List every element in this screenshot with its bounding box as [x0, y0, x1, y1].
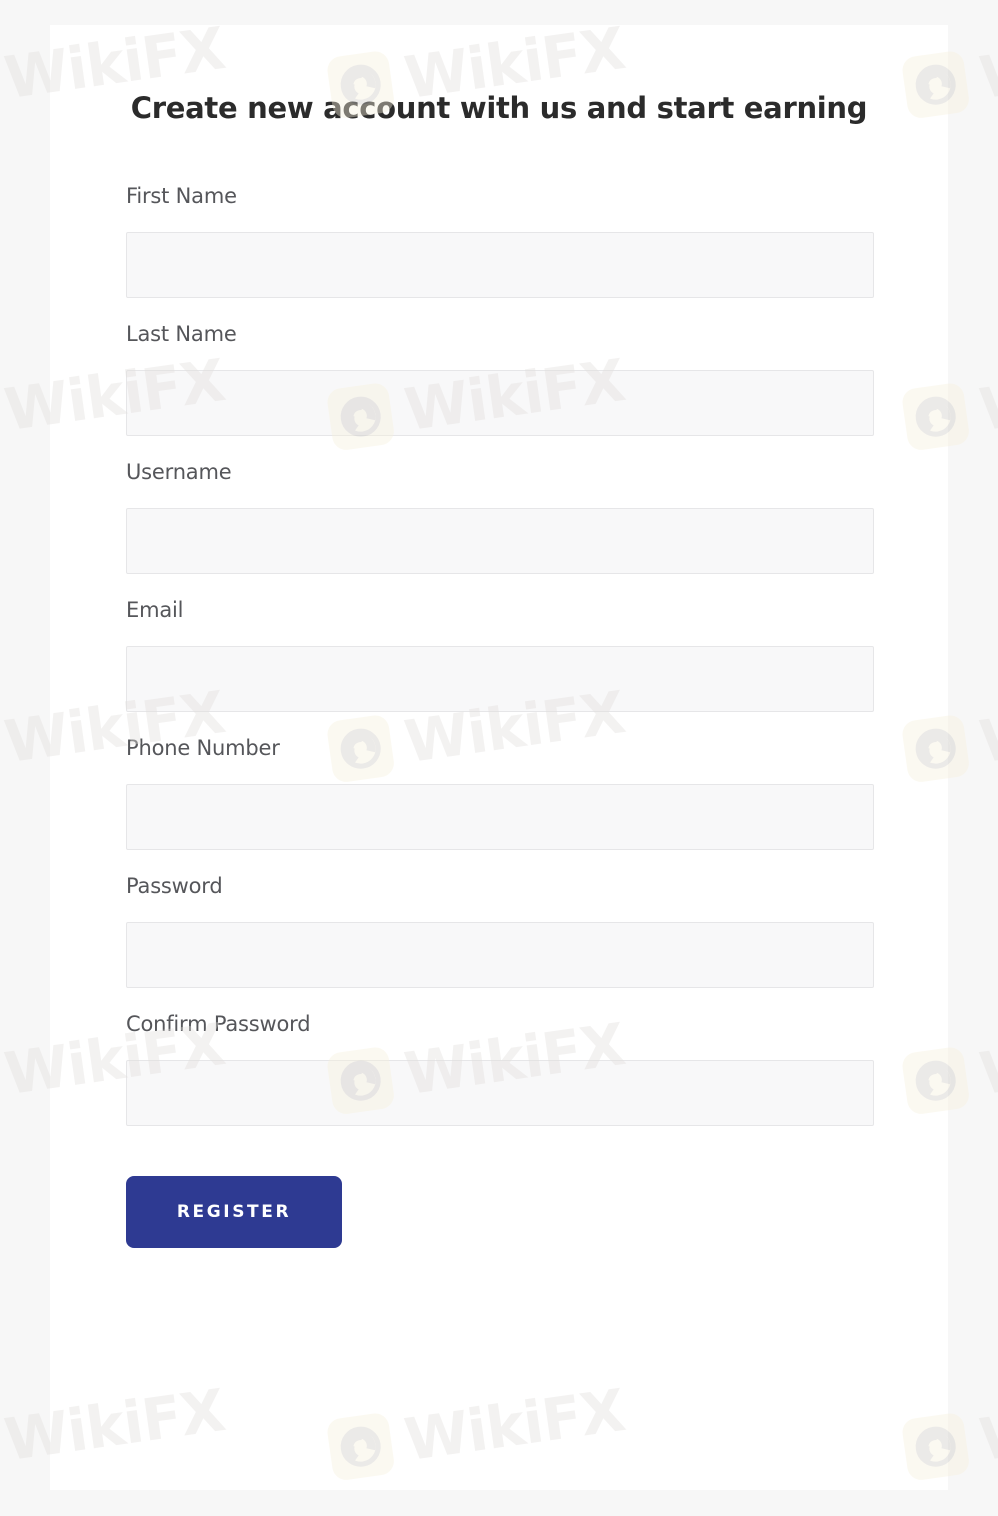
field-group-last-name: Last Name — [126, 322, 874, 436]
label-phone-number: Phone Number — [126, 736, 280, 760]
page-root: Create new account with us and start ear… — [0, 0, 998, 1516]
watermark-label: WikiFX — [975, 346, 998, 445]
field-group-first-name: First Name — [126, 184, 874, 298]
confirm-password-input[interactable] — [126, 1060, 874, 1126]
page-title: Create new account with us and start ear… — [130, 91, 868, 125]
label-first-name: First Name — [126, 184, 237, 208]
field-group-username: Username — [126, 460, 874, 574]
field-group-phone-number: Phone Number — [126, 736, 874, 850]
field-group-email: Email — [126, 598, 874, 712]
label-confirm-password: Confirm Password — [126, 1012, 311, 1036]
watermark-label: WikiFX — [975, 14, 998, 113]
label-last-name: Last Name — [126, 322, 237, 346]
watermark-label: WikiFX — [975, 678, 998, 777]
field-group-password: Password — [126, 874, 874, 988]
label-password: Password — [126, 874, 223, 898]
username-input[interactable] — [126, 508, 874, 574]
registration-form: First Name Last Name Username Email Phone Nu… — [126, 184, 874, 1248]
last-name-input[interactable] — [126, 370, 874, 436]
phone-number-input[interactable] — [126, 784, 874, 850]
label-username: Username — [126, 460, 232, 484]
watermark-label: WikiFX — [975, 1010, 998, 1109]
register-button[interactable]: REGISTER — [126, 1176, 342, 1248]
password-input[interactable] — [126, 922, 874, 988]
first-name-input[interactable] — [126, 232, 874, 298]
watermark-label: WikiFX — [975, 1376, 998, 1475]
field-group-confirm-password: Confirm Password — [126, 1012, 874, 1126]
email-input[interactable] — [126, 646, 874, 712]
register-card: Create new account with us and start ear… — [50, 25, 948, 1490]
label-email: Email — [126, 598, 184, 622]
